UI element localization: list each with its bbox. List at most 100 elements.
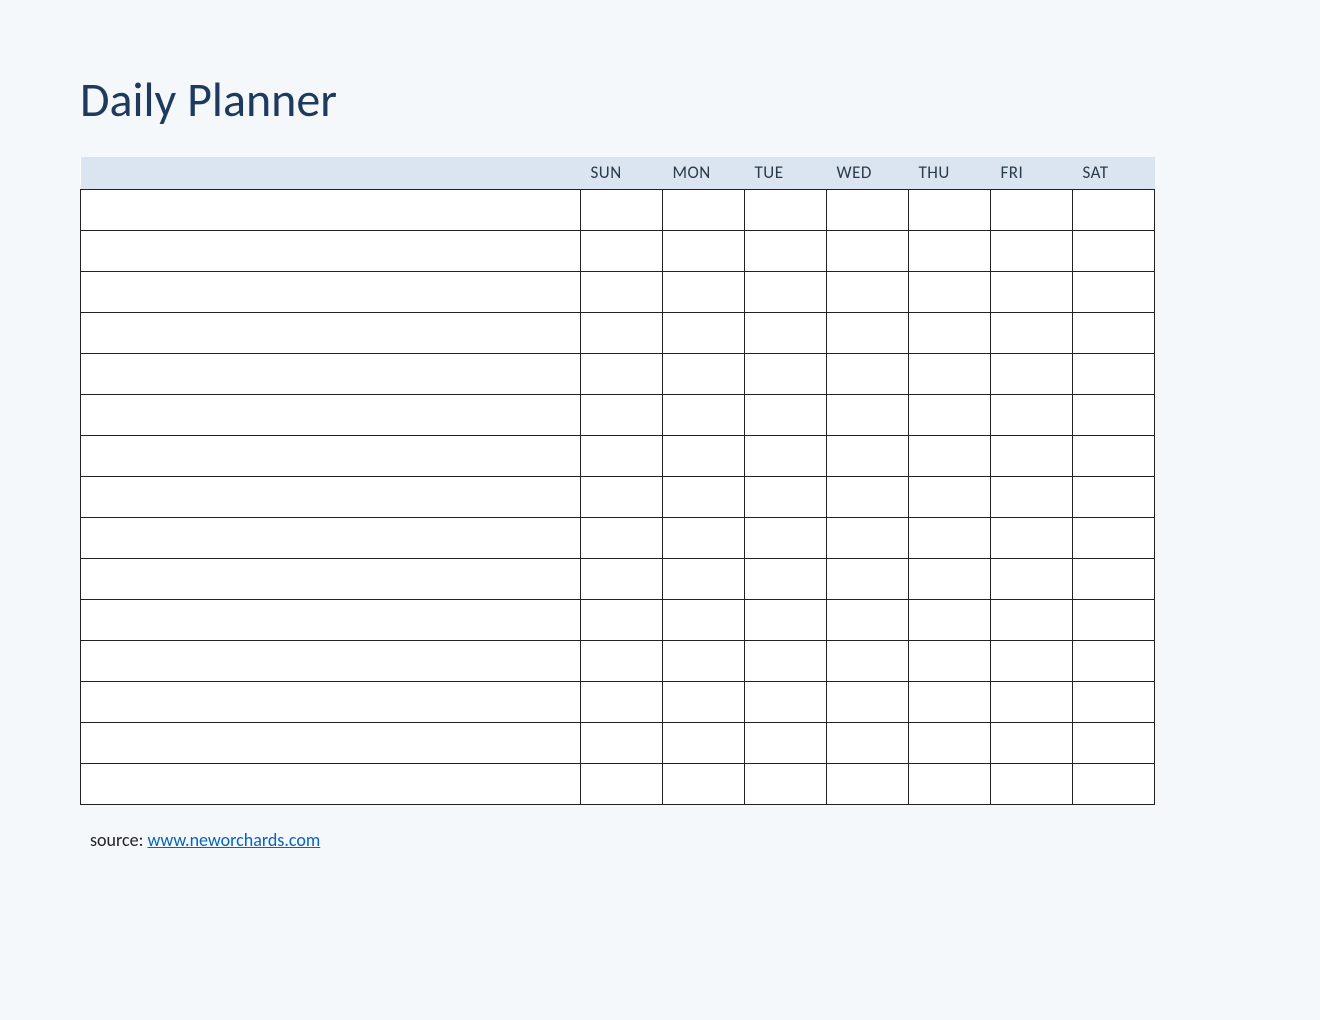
task-cell[interactable] <box>81 271 581 312</box>
day-cell[interactable] <box>827 599 909 640</box>
day-cell[interactable] <box>663 271 745 312</box>
day-cell[interactable] <box>991 599 1073 640</box>
day-cell[interactable] <box>581 722 663 763</box>
day-cell[interactable] <box>745 271 827 312</box>
day-cell[interactable] <box>581 763 663 804</box>
day-cell[interactable] <box>991 394 1073 435</box>
day-cell[interactable] <box>745 640 827 681</box>
day-cell[interactable] <box>991 271 1073 312</box>
day-cell[interactable] <box>909 435 991 476</box>
task-cell[interactable] <box>81 517 581 558</box>
task-cell[interactable] <box>81 763 581 804</box>
day-cell[interactable] <box>827 353 909 394</box>
day-cell[interactable] <box>827 681 909 722</box>
day-cell[interactable] <box>1073 517 1155 558</box>
day-cell[interactable] <box>581 230 663 271</box>
day-cell[interactable] <box>1073 312 1155 353</box>
day-cell[interactable] <box>909 476 991 517</box>
day-cell[interactable] <box>1073 558 1155 599</box>
day-cell[interactable] <box>663 517 745 558</box>
day-cell[interactable] <box>663 435 745 476</box>
day-cell[interactable] <box>991 476 1073 517</box>
day-cell[interactable] <box>827 476 909 517</box>
task-cell[interactable] <box>81 722 581 763</box>
day-cell[interactable] <box>663 763 745 804</box>
day-cell[interactable] <box>663 312 745 353</box>
task-cell[interactable] <box>81 476 581 517</box>
source-link[interactable]: www.neworchards.com <box>147 829 320 851</box>
day-cell[interactable] <box>909 763 991 804</box>
day-cell[interactable] <box>827 517 909 558</box>
day-cell[interactable] <box>1073 640 1155 681</box>
day-cell[interactable] <box>581 558 663 599</box>
day-cell[interactable] <box>581 681 663 722</box>
task-cell[interactable] <box>81 189 581 230</box>
day-cell[interactable] <box>827 435 909 476</box>
task-cell[interactable] <box>81 558 581 599</box>
day-cell[interactable] <box>909 271 991 312</box>
day-cell[interactable] <box>909 722 991 763</box>
day-cell[interactable] <box>745 476 827 517</box>
day-cell[interactable] <box>909 394 991 435</box>
day-cell[interactable] <box>1073 435 1155 476</box>
day-cell[interactable] <box>745 394 827 435</box>
day-cell[interactable] <box>991 189 1073 230</box>
task-cell[interactable] <box>81 435 581 476</box>
day-cell[interactable] <box>581 640 663 681</box>
day-cell[interactable] <box>991 435 1073 476</box>
day-cell[interactable] <box>909 517 991 558</box>
day-cell[interactable] <box>581 517 663 558</box>
day-cell[interactable] <box>909 189 991 230</box>
day-cell[interactable] <box>745 599 827 640</box>
day-cell[interactable] <box>663 681 745 722</box>
day-cell[interactable] <box>909 353 991 394</box>
day-cell[interactable] <box>663 353 745 394</box>
day-cell[interactable] <box>581 312 663 353</box>
day-cell[interactable] <box>663 640 745 681</box>
day-cell[interactable] <box>1073 189 1155 230</box>
day-cell[interactable] <box>991 353 1073 394</box>
day-cell[interactable] <box>1073 599 1155 640</box>
day-cell[interactable] <box>1073 394 1155 435</box>
day-cell[interactable] <box>581 394 663 435</box>
day-cell[interactable] <box>745 189 827 230</box>
day-cell[interactable] <box>581 271 663 312</box>
day-cell[interactable] <box>991 230 1073 271</box>
day-cell[interactable] <box>745 558 827 599</box>
day-cell[interactable] <box>581 476 663 517</box>
day-cell[interactable] <box>663 394 745 435</box>
day-cell[interactable] <box>1073 353 1155 394</box>
day-cell[interactable] <box>827 722 909 763</box>
day-cell[interactable] <box>745 353 827 394</box>
day-cell[interactable] <box>663 230 745 271</box>
day-cell[interactable] <box>827 312 909 353</box>
day-cell[interactable] <box>909 599 991 640</box>
day-cell[interactable] <box>663 476 745 517</box>
task-cell[interactable] <box>81 394 581 435</box>
day-cell[interactable] <box>1073 230 1155 271</box>
day-cell[interactable] <box>745 312 827 353</box>
day-cell[interactable] <box>581 599 663 640</box>
day-cell[interactable] <box>827 189 909 230</box>
day-cell[interactable] <box>1073 763 1155 804</box>
day-cell[interactable] <box>1073 271 1155 312</box>
day-cell[interactable] <box>991 681 1073 722</box>
day-cell[interactable] <box>991 640 1073 681</box>
day-cell[interactable] <box>745 722 827 763</box>
day-cell[interactable] <box>827 230 909 271</box>
day-cell[interactable] <box>909 640 991 681</box>
day-cell[interactable] <box>827 763 909 804</box>
day-cell[interactable] <box>909 312 991 353</box>
task-cell[interactable] <box>81 312 581 353</box>
task-cell[interactable] <box>81 681 581 722</box>
day-cell[interactable] <box>663 599 745 640</box>
task-cell[interactable] <box>81 640 581 681</box>
day-cell[interactable] <box>909 230 991 271</box>
day-cell[interactable] <box>745 517 827 558</box>
day-cell[interactable] <box>581 189 663 230</box>
day-cell[interactable] <box>827 558 909 599</box>
task-cell[interactable] <box>81 353 581 394</box>
day-cell[interactable] <box>991 517 1073 558</box>
day-cell[interactable] <box>991 722 1073 763</box>
day-cell[interactable] <box>991 312 1073 353</box>
